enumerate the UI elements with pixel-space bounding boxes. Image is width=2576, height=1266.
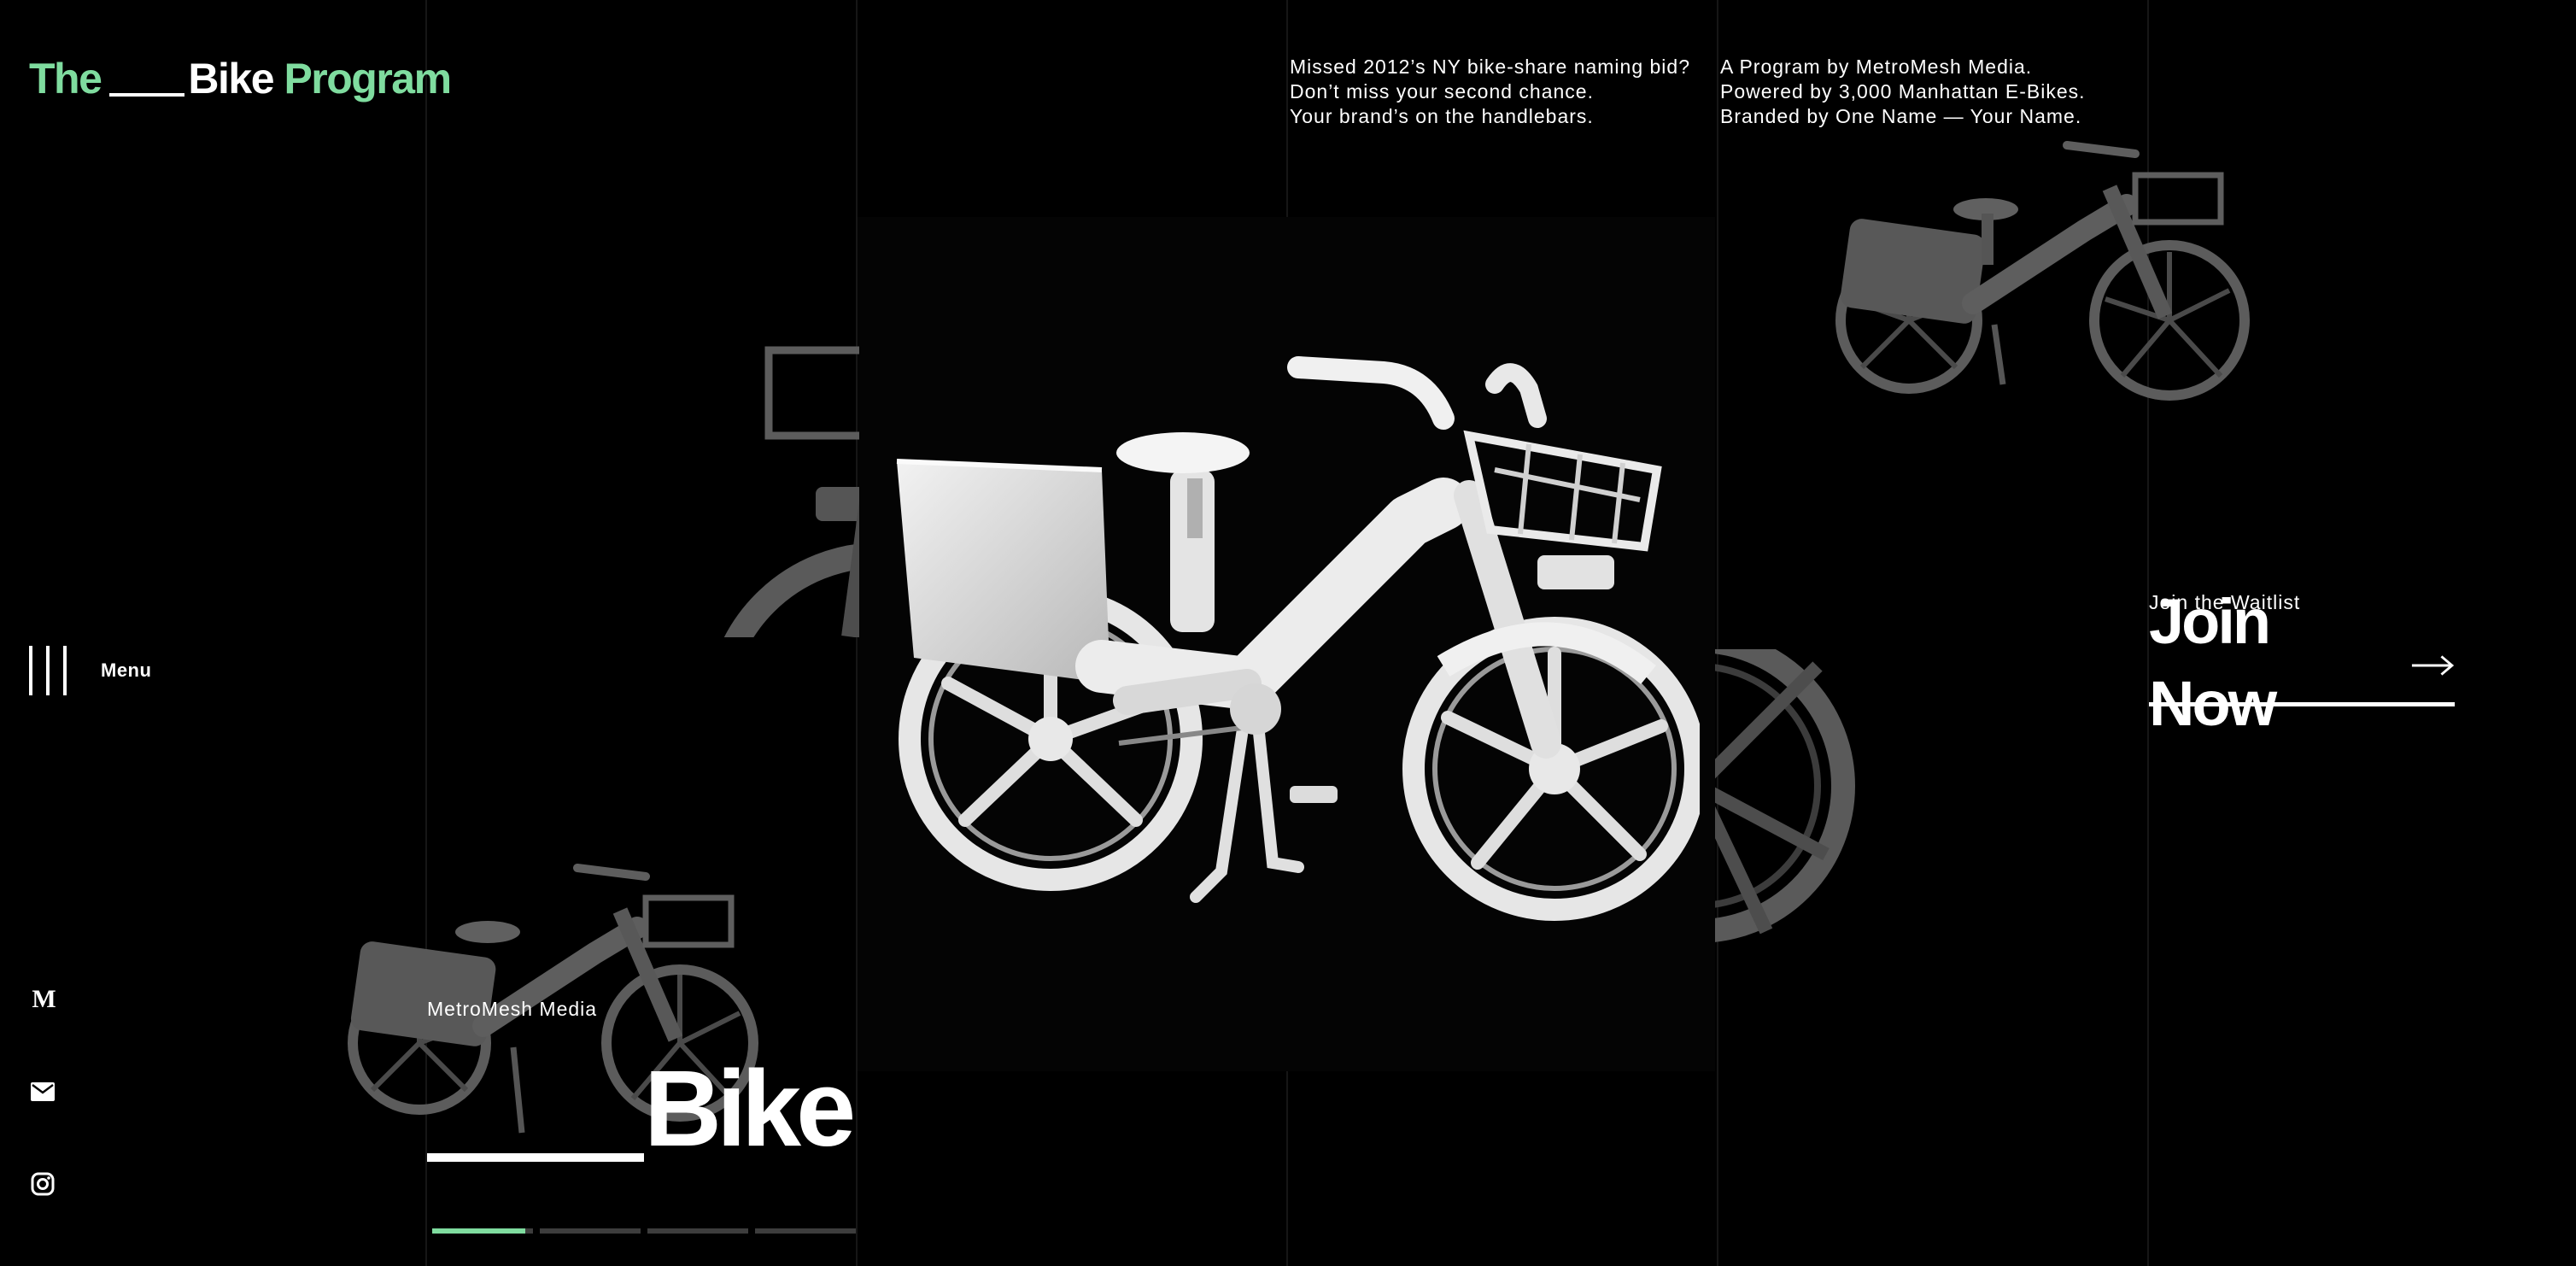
bike-image-partial-left (709, 342, 859, 637)
tagline-line: Missed 2012’s NY bike-share naming bid? (1290, 56, 1691, 78)
slider-progress-fill (432, 1228, 525, 1234)
join-now-underline (2149, 702, 2455, 706)
join-now-button[interactable]: Join Now (2149, 586, 2455, 739)
bike-image-top-right (1828, 128, 2272, 427)
metromesh-logo-icon: M (32, 985, 56, 1013)
logo-the: The (29, 55, 102, 103)
email-link[interactable] (29, 1078, 56, 1105)
hero-blank-line (427, 1153, 644, 1162)
column-divider (1717, 0, 1718, 1266)
site-logo[interactable]: The Bike Program (29, 53, 452, 104)
bike-image-main (880, 342, 1700, 957)
instagram-icon (31, 1172, 55, 1196)
menu-label: Menu (101, 659, 152, 681)
hero-word: Bike (644, 1048, 856, 1169)
bike-image-partial-right (1715, 649, 1860, 957)
mail-icon (31, 1082, 55, 1101)
logo-blank-line (109, 93, 185, 97)
tagline-line: Don’t miss your second chance. (1290, 80, 1594, 103)
tagline-right: A Program by MetroMesh Media. Powered by… (1720, 55, 2086, 129)
slider-progress-2[interactable] (540, 1228, 641, 1234)
slider-progress-1[interactable] (432, 1228, 533, 1234)
tagline-left: Missed 2012’s NY bike-share naming bid? … (1290, 55, 1690, 129)
page: The Bike Program Menu M Missed 2012’s NY … (0, 0, 2576, 1266)
brand-caption: MetroMesh Media (427, 998, 598, 1020)
tagline-line: Powered by 3,000 Manhattan E-Bikes. (1720, 80, 2086, 103)
tagline-line: Branded by One Name — Your Name. (1720, 105, 2082, 127)
logo-program: Program (284, 55, 452, 103)
instagram-link[interactable] (29, 1170, 56, 1198)
slider-progress-3[interactable] (647, 1228, 748, 1234)
tagline-line: A Program by MetroMesh Media. (1720, 56, 2033, 78)
menu-button[interactable]: Menu (29, 646, 151, 695)
join-now-label: Join Now (2149, 586, 2277, 739)
tagline-line: Your brand’s on the handlebars. (1290, 105, 1594, 127)
slider-progress-4[interactable] (755, 1228, 856, 1234)
logo-bike: Bike (188, 55, 274, 103)
arrow-right-icon (2412, 655, 2455, 676)
menu-icon (29, 646, 67, 695)
metromesh-link[interactable]: M (29, 985, 56, 1013)
